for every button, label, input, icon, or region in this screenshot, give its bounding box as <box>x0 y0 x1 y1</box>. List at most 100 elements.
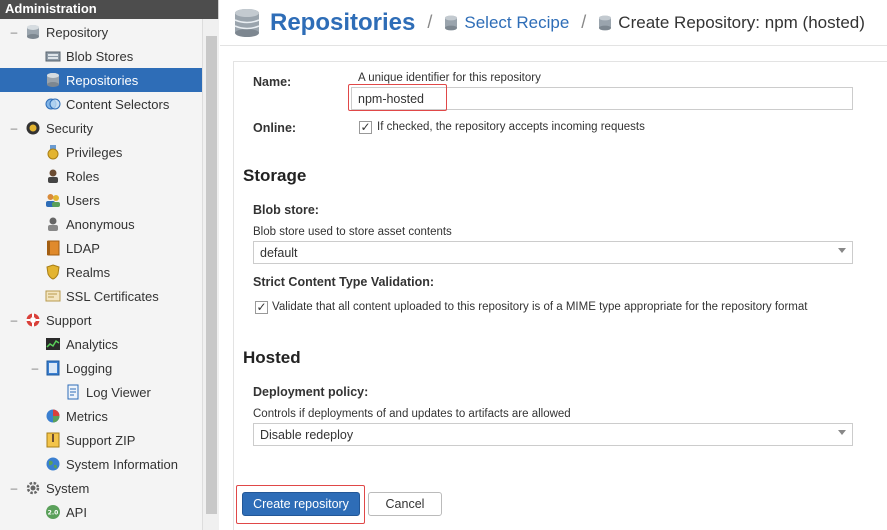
blob-store-icon <box>45 51 61 62</box>
content-selector-icon <box>45 98 61 110</box>
blob-store-help-text: Blob store used to store asset contents <box>253 226 452 238</box>
chevron-down-icon[interactable] <box>838 430 846 435</box>
zip-file-icon <box>46 432 60 448</box>
collapse-toggle[interactable]: – <box>7 121 21 135</box>
sidebar-item-label: System Information <box>66 456 178 472</box>
chevron-down-icon[interactable] <box>838 248 846 253</box>
admin-nav-tree: – Repository Blob Stores Repositories Conten… <box>0 19 202 530</box>
sidebar-item-ldap[interactable]: LDAP <box>0 236 202 260</box>
sidebar-item-label: Metrics <box>66 408 108 424</box>
role-user-icon <box>48 169 58 183</box>
breadcrumb: Repositories / Select Recipe / Create Re… <box>220 0 887 46</box>
certificate-icon <box>45 290 61 302</box>
sidebar-item-label: API <box>66 504 87 520</box>
sidebar-item-label: Repositories <box>66 72 139 88</box>
sidebar-item-label: Privileges <box>66 144 123 160</box>
pie-chart-icon <box>46 409 60 423</box>
name-label: Name: <box>253 75 292 89</box>
sidebar-item-anonymous[interactable]: Anonymous <box>0 212 202 236</box>
sidebar-item-label: Users <box>66 192 100 208</box>
sidebar-item-support-zip[interactable]: Support ZIP <box>0 428 202 452</box>
deployment-policy-help-text: Controls if deployments of and updates t… <box>253 408 571 420</box>
create-button-highlight-box <box>236 485 365 524</box>
sidebar-item-label: Content Selectors <box>66 96 170 112</box>
collapse-toggle[interactable]: – <box>7 313 21 327</box>
ldap-book-icon <box>47 240 60 256</box>
logging-book-icon <box>46 360 60 376</box>
medal-icon <box>47 145 59 160</box>
deployment-policy-label: Deployment policy: <box>253 385 369 399</box>
sidebar-item-roles[interactable]: Roles <box>0 164 202 188</box>
users-icon <box>46 194 60 207</box>
database-icon <box>47 73 59 87</box>
sidebar-item-system-information[interactable]: System Information <box>0 452 202 476</box>
name-help-text: A unique identifier for this repository <box>358 72 541 84</box>
sidebar-item-label: Log Viewer <box>86 384 151 400</box>
sidebar-item-api[interactable]: 2.0 API <box>0 500 202 524</box>
sidebar-item-label: Support ZIP <box>66 432 136 448</box>
sidebar-item-users[interactable]: Users <box>0 188 202 212</box>
database-icon <box>445 15 458 30</box>
sidebar-item-label: Roles <box>66 168 100 184</box>
sidebar-item-realms[interactable]: Realms <box>0 260 202 284</box>
sidebar-item-support[interactable]: – Support <box>0 308 202 332</box>
online-checkbox[interactable]: ✓ <box>359 121 372 134</box>
gear-icon <box>26 481 40 495</box>
sidebar-item-repositories[interactable]: Repositories <box>0 68 202 92</box>
anonymous-user-icon <box>48 217 58 231</box>
sidebar-item-repository[interactable]: – Repository <box>0 20 202 44</box>
api-badge-icon: 2.0 <box>46 505 60 519</box>
lifebuoy-icon <box>26 313 40 327</box>
collapse-toggle[interactable]: – <box>7 25 21 39</box>
deployment-policy-select[interactable]: Disable redeploy <box>253 423 853 446</box>
cancel-button[interactable]: Cancel <box>368 492 442 516</box>
sidebar-item-label: SSL Certificates <box>66 288 159 304</box>
create-repository-form: Name: A unique identifier for this repos… <box>233 61 887 530</box>
page-title[interactable]: Repositories <box>270 9 415 37</box>
sidebar-item-privileges[interactable]: Privileges <box>0 140 202 164</box>
log-page-icon <box>67 384 79 400</box>
deployment-policy-value: Disable redeploy <box>260 428 354 442</box>
sidebar-item-label: Analytics <box>66 336 119 352</box>
globe-icon <box>46 457 60 471</box>
sidebar-item-label: LDAP <box>66 240 100 256</box>
scrollbar-thumb[interactable] <box>206 36 217 514</box>
breadcrumb-separator: / <box>581 12 587 32</box>
strict-validation-checkbox[interactable]: ✓ <box>255 301 268 314</box>
sidebar-scrollbar[interactable] <box>202 19 219 530</box>
sidebar-item-label: Security <box>46 120 93 136</box>
collapse-toggle[interactable]: – <box>28 361 42 375</box>
sidebar-item-label: Logging <box>66 360 113 376</box>
analytics-chart-icon <box>46 338 60 350</box>
sidebar-item-metrics[interactable]: Metrics <box>0 404 202 428</box>
sidebar-item-label: System <box>46 480 90 496</box>
sidebar-item-analytics[interactable]: Analytics <box>0 332 202 356</box>
sidebar-item-label: Anonymous <box>66 216 135 232</box>
breadcrumb-current: Create Repository: npm (hosted) <box>618 12 865 32</box>
database-icon <box>234 8 260 37</box>
collapse-toggle[interactable]: – <box>7 481 21 495</box>
sidebar-item-content-selectors[interactable]: Content Selectors <box>0 92 202 116</box>
breadcrumb-select-recipe[interactable]: Select Recipe <box>464 13 569 33</box>
name-highlight-box <box>348 84 447 111</box>
sidebar-item-label: Repository <box>46 24 109 40</box>
sidebar-item-system[interactable]: – System <box>0 476 202 500</box>
blob-store-select[interactable]: default <box>253 241 853 264</box>
online-help-text: If checked, the repository accepts incom… <box>377 121 645 133</box>
svg-text:2.0: 2.0 <box>48 510 59 517</box>
sidebar-item-logging[interactable]: – Logging <box>0 356 202 380</box>
strict-validation-label: Strict Content Type Validation: <box>253 275 435 289</box>
sidebar-item-log-viewer[interactable]: Log Viewer <box>0 380 202 404</box>
online-label: Online: <box>253 121 297 135</box>
sidebar-item-label: Realms <box>66 264 111 280</box>
sidebar-item-security[interactable]: – Security <box>0 116 202 140</box>
storage-section-title: Storage <box>243 166 307 185</box>
database-icon <box>599 15 612 30</box>
sidebar-item-label: Support <box>46 312 92 328</box>
database-icon <box>27 25 39 39</box>
sidebar-title: Administration <box>0 0 218 19</box>
sidebar-item-blob-stores[interactable]: Blob Stores <box>0 44 202 68</box>
sidebar-item-ssl-certificates[interactable]: SSL Certificates <box>0 284 202 308</box>
breadcrumb-separator: / <box>427 12 433 32</box>
hosted-section-title: Hosted <box>243 348 301 367</box>
